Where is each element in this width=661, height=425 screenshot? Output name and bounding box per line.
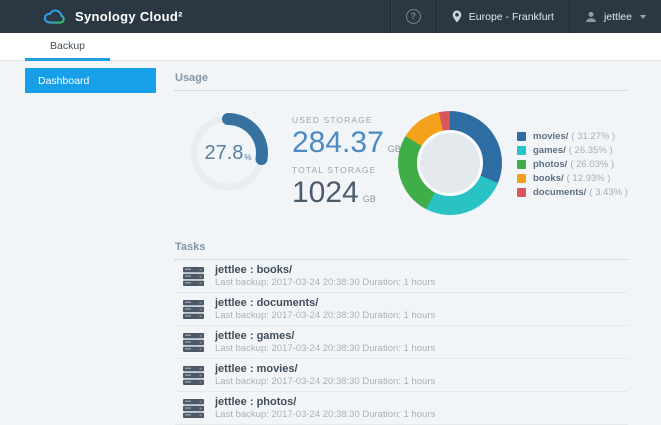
brand: Synology Cloud²	[42, 8, 183, 25]
task-title: jettlee : photos/	[215, 395, 297, 408]
legend-name: games/	[533, 144, 566, 156]
legend-item: photos/ ( 26.03% )	[517, 157, 628, 171]
task-title: jettlee : games/	[215, 329, 295, 342]
legend-percent: ( 31.27% )	[571, 130, 616, 142]
gauge-percent-unit: %	[244, 152, 252, 162]
user-icon	[585, 11, 596, 22]
legend-item: documents/ ( 3.43% )	[517, 185, 628, 199]
cloud-logo-icon	[43, 9, 65, 24]
task-title: jettlee : books/	[215, 263, 293, 276]
legend-item: books/ ( 12.93% )	[517, 171, 628, 185]
gauge-percent-value: 27.8	[204, 141, 244, 164]
task-text: jettlee : movies/ Last backup: 2017-03-2…	[215, 363, 435, 388]
server-icon	[183, 365, 204, 385]
task-row[interactable]: jettlee : movies/ Last backup: 2017-03-2…	[175, 359, 628, 392]
legend-item: movies/ ( 31.27% )	[517, 129, 628, 143]
sidebar-item-dashboard[interactable]: Dashboard	[25, 68, 156, 93]
legend-swatch	[517, 187, 526, 197]
storage-pie-chart	[398, 111, 502, 215]
topbar: Synology Cloud² ? Europe - Frankfurt jet…	[0, 0, 661, 33]
task-text: jettlee : photos/ Last backup: 2017-03-2…	[215, 396, 435, 421]
task-text: jettlee : games/ Last backup: 2017-03-24…	[215, 330, 435, 355]
help-icon: ?	[405, 9, 421, 24]
server-icon	[183, 332, 204, 352]
server-icon	[183, 266, 204, 286]
task-list: jettlee : books/ Last backup: 2017-03-24…	[175, 260, 628, 425]
pie-legend: movies/ ( 31.27% ) games/ ( 26.35% ) pho…	[517, 129, 628, 199]
legend-percent: ( 12.93% )	[566, 172, 611, 184]
tab-backup[interactable]: Backup	[25, 33, 110, 61]
task-title: jettlee : documents/	[215, 296, 319, 309]
legend-percent: ( 3.43% )	[589, 186, 628, 198]
total-storage-value: 1024	[292, 175, 359, 209]
server-icon	[183, 398, 204, 418]
task-row[interactable]: jettlee : photos/ Last backup: 2017-03-2…	[175, 392, 628, 425]
usage-gauge-chart: 27.8 %	[187, 112, 269, 194]
task-title: jettlee : movies/	[215, 362, 298, 375]
pie-hole	[417, 130, 483, 196]
legend-swatch	[517, 159, 526, 169]
task-subtitle: Last backup: 2017-03-24 20:38:30 Duratio…	[215, 408, 436, 420]
user-name: jettlee	[603, 10, 632, 23]
task-subtitle: Last backup: 2017-03-24 20:38:30 Duratio…	[215, 276, 436, 288]
legend-swatch	[517, 145, 526, 155]
tasks-section-title: Tasks	[175, 241, 206, 253]
content: Usage 27.8 % USED STORAGE 284.37 GB TOTA…	[175, 61, 628, 425]
help-button[interactable]: ?	[389, 0, 436, 33]
legend-percent: ( 26.03% )	[570, 158, 615, 170]
usage-section-title: Usage	[175, 72, 209, 84]
task-row[interactable]: jettlee : books/ Last backup: 2017-03-24…	[175, 260, 628, 293]
user-menu[interactable]: jettlee	[568, 0, 661, 33]
region-label: Europe - Frankfurt	[468, 10, 554, 23]
task-subtitle: Last backup: 2017-03-24 20:38:30 Duratio…	[215, 375, 436, 387]
legend-name: documents/	[533, 186, 587, 198]
task-subtitle: Last backup: 2017-03-24 20:38:30 Duratio…	[215, 309, 436, 321]
used-storage-label: USED STORAGE	[292, 115, 373, 125]
location-pin-icon	[452, 10, 462, 23]
task-text: jettlee : books/ Last backup: 2017-03-24…	[215, 264, 435, 289]
storage-summary: USED STORAGE 284.37 GB TOTAL STORAGE 102…	[292, 115, 401, 214]
tabbar: Backup	[0, 33, 661, 61]
legend-name: movies/	[533, 130, 569, 142]
gauge-label: 27.8 %	[187, 112, 269, 194]
task-row[interactable]: jettlee : games/ Last backup: 2017-03-24…	[175, 326, 628, 359]
legend-swatch	[517, 173, 526, 183]
legend-swatch	[517, 131, 526, 141]
usage-area: 27.8 % USED STORAGE 284.37 GB TOTAL STOR…	[175, 91, 628, 224]
task-subtitle: Last backup: 2017-03-24 20:38:30 Duratio…	[215, 342, 436, 354]
legend-percent: ( 26.35% )	[568, 144, 613, 156]
server-icon	[183, 299, 204, 319]
legend-name: books/	[533, 172, 564, 184]
chevron-down-icon	[640, 14, 646, 19]
total-storage-label: TOTAL STORAGE	[292, 164, 377, 175]
used-storage-value: 284.37	[292, 126, 384, 159]
task-text: jettlee : documents/ Last backup: 2017-0…	[215, 297, 435, 322]
region-selector[interactable]: Europe - Frankfurt	[435, 0, 569, 33]
task-row[interactable]: jettlee : documents/ Last backup: 2017-0…	[175, 293, 628, 326]
total-storage-unit: GB	[362, 193, 376, 204]
topbar-right: ? Europe - Frankfurt jettlee	[389, 0, 661, 33]
app-title: Synology Cloud²	[75, 9, 183, 24]
app-window: Synology Cloud² ? Europe - Frankfurt jet…	[0, 0, 661, 425]
legend-item: games/ ( 26.35% )	[517, 143, 628, 157]
legend-name: photos/	[533, 158, 568, 170]
